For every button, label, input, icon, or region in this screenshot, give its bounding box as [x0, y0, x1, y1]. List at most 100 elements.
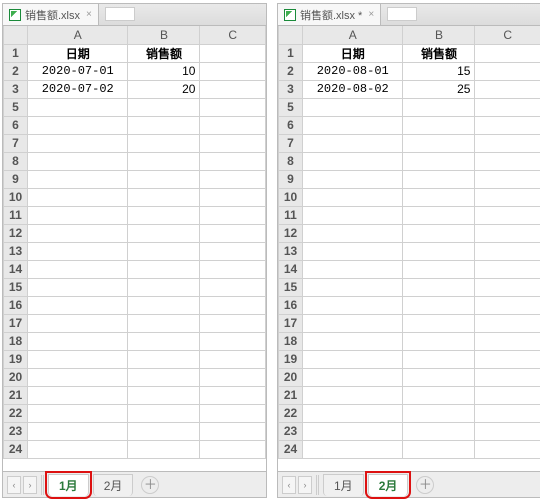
- row-header[interactable]: 24: [4, 440, 28, 458]
- cell[interactable]: [303, 242, 403, 260]
- sheet-tab[interactable]: 2月: [93, 474, 134, 496]
- cell[interactable]: [303, 368, 403, 386]
- sheet-nav-next[interactable]: ›: [298, 476, 312, 494]
- cell[interactable]: [475, 224, 540, 242]
- cell[interactable]: [475, 332, 540, 350]
- cell[interactable]: [200, 80, 266, 98]
- cell[interactable]: [28, 422, 128, 440]
- cell[interactable]: [128, 404, 200, 422]
- cell[interactable]: [28, 368, 128, 386]
- row-header[interactable]: 18: [4, 332, 28, 350]
- column-header[interactable]: A: [303, 26, 403, 44]
- row-header[interactable]: 20: [4, 368, 28, 386]
- column-header[interactable]: A: [28, 26, 128, 44]
- cell[interactable]: [200, 98, 266, 116]
- cell[interactable]: [200, 278, 266, 296]
- cell[interactable]: [28, 242, 128, 260]
- cell[interactable]: [200, 152, 266, 170]
- cell[interactable]: [200, 170, 266, 188]
- row-header[interactable]: 23: [4, 422, 28, 440]
- cell[interactable]: [475, 206, 540, 224]
- sheet-nav-prev[interactable]: ‹: [7, 476, 21, 494]
- row-header[interactable]: 13: [279, 242, 303, 260]
- row-header[interactable]: 2: [4, 62, 28, 80]
- cell[interactable]: [303, 278, 403, 296]
- cell[interactable]: [28, 296, 128, 314]
- row-header[interactable]: 3: [4, 80, 28, 98]
- cell[interactable]: [475, 368, 540, 386]
- row-header[interactable]: 21: [279, 386, 303, 404]
- row-header[interactable]: 12: [4, 224, 28, 242]
- cell[interactable]: [28, 170, 128, 188]
- cell[interactable]: [200, 188, 266, 206]
- cell[interactable]: [128, 224, 200, 242]
- cell[interactable]: [28, 188, 128, 206]
- cell[interactable]: [475, 314, 540, 332]
- cell[interactable]: [475, 296, 540, 314]
- cell[interactable]: [28, 224, 128, 242]
- cell[interactable]: 销售额: [403, 44, 475, 62]
- row-header[interactable]: 24: [279, 440, 303, 458]
- cell[interactable]: [128, 188, 200, 206]
- row-header[interactable]: 20: [279, 368, 303, 386]
- row-header[interactable]: 9: [4, 170, 28, 188]
- cell[interactable]: [303, 440, 403, 458]
- cell[interactable]: [128, 170, 200, 188]
- row-header[interactable]: 15: [279, 278, 303, 296]
- cell[interactable]: [200, 224, 266, 242]
- cell[interactable]: [403, 440, 475, 458]
- cell[interactable]: [303, 314, 403, 332]
- row-header[interactable]: 17: [4, 314, 28, 332]
- row-header[interactable]: 22: [4, 404, 28, 422]
- row-header[interactable]: 18: [279, 332, 303, 350]
- row-header[interactable]: 16: [279, 296, 303, 314]
- cell[interactable]: 20: [128, 80, 200, 98]
- cell[interactable]: [403, 422, 475, 440]
- cell[interactable]: [28, 206, 128, 224]
- row-header[interactable]: 13: [4, 242, 28, 260]
- cell[interactable]: [200, 116, 266, 134]
- new-tab-button[interactable]: [105, 7, 135, 21]
- cell[interactable]: [303, 116, 403, 134]
- row-header[interactable]: 1: [279, 44, 303, 62]
- cell[interactable]: [28, 116, 128, 134]
- row-header[interactable]: 16: [4, 296, 28, 314]
- row-header[interactable]: 5: [4, 98, 28, 116]
- cell[interactable]: [403, 350, 475, 368]
- cell[interactable]: [403, 260, 475, 278]
- add-sheet-button[interactable]: ＋: [416, 476, 434, 494]
- cell[interactable]: [128, 152, 200, 170]
- grid[interactable]: ABC1日期销售额22020-08-011532020-08-022556789…: [278, 26, 540, 459]
- cell[interactable]: [475, 188, 540, 206]
- cell[interactable]: [475, 278, 540, 296]
- column-header[interactable]: C: [200, 26, 266, 44]
- close-icon[interactable]: ×: [86, 9, 92, 20]
- row-header[interactable]: 19: [279, 350, 303, 368]
- cell[interactable]: [475, 350, 540, 368]
- cell[interactable]: 2020-08-01: [303, 62, 403, 80]
- row-header[interactable]: 17: [279, 314, 303, 332]
- cell[interactable]: [28, 332, 128, 350]
- cell[interactable]: [303, 296, 403, 314]
- cell[interactable]: [475, 44, 540, 62]
- cell[interactable]: [303, 224, 403, 242]
- cell[interactable]: [475, 242, 540, 260]
- cell[interactable]: [303, 404, 403, 422]
- sheet-nav-prev[interactable]: ‹: [282, 476, 296, 494]
- cell[interactable]: [303, 206, 403, 224]
- row-header[interactable]: 10: [279, 188, 303, 206]
- cell[interactable]: [28, 440, 128, 458]
- cell[interactable]: [28, 404, 128, 422]
- cell[interactable]: [475, 152, 540, 170]
- cell[interactable]: [403, 206, 475, 224]
- cell[interactable]: [475, 98, 540, 116]
- cell[interactable]: [200, 332, 266, 350]
- cell[interactable]: [403, 134, 475, 152]
- cell[interactable]: [403, 332, 475, 350]
- cell[interactable]: [200, 368, 266, 386]
- cell[interactable]: [303, 188, 403, 206]
- cell[interactable]: 日期: [28, 44, 128, 62]
- row-header[interactable]: 12: [279, 224, 303, 242]
- cell[interactable]: [403, 278, 475, 296]
- row-header[interactable]: 23: [279, 422, 303, 440]
